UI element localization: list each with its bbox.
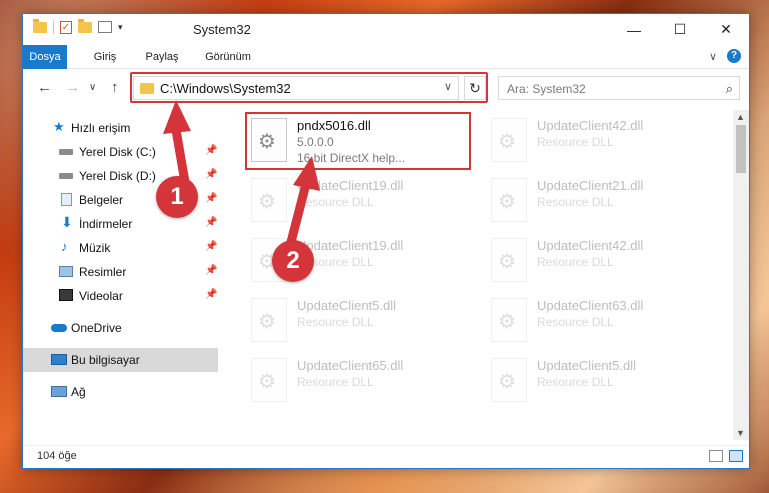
step-1-badge: 1 bbox=[156, 176, 198, 218]
arrow-2 bbox=[285, 175, 312, 251]
annotation-arrows bbox=[163, 100, 320, 251]
arrow-2-head bbox=[293, 156, 320, 191]
arrow-1-head bbox=[163, 100, 191, 134]
step-2-badge: 2 bbox=[272, 240, 314, 282]
